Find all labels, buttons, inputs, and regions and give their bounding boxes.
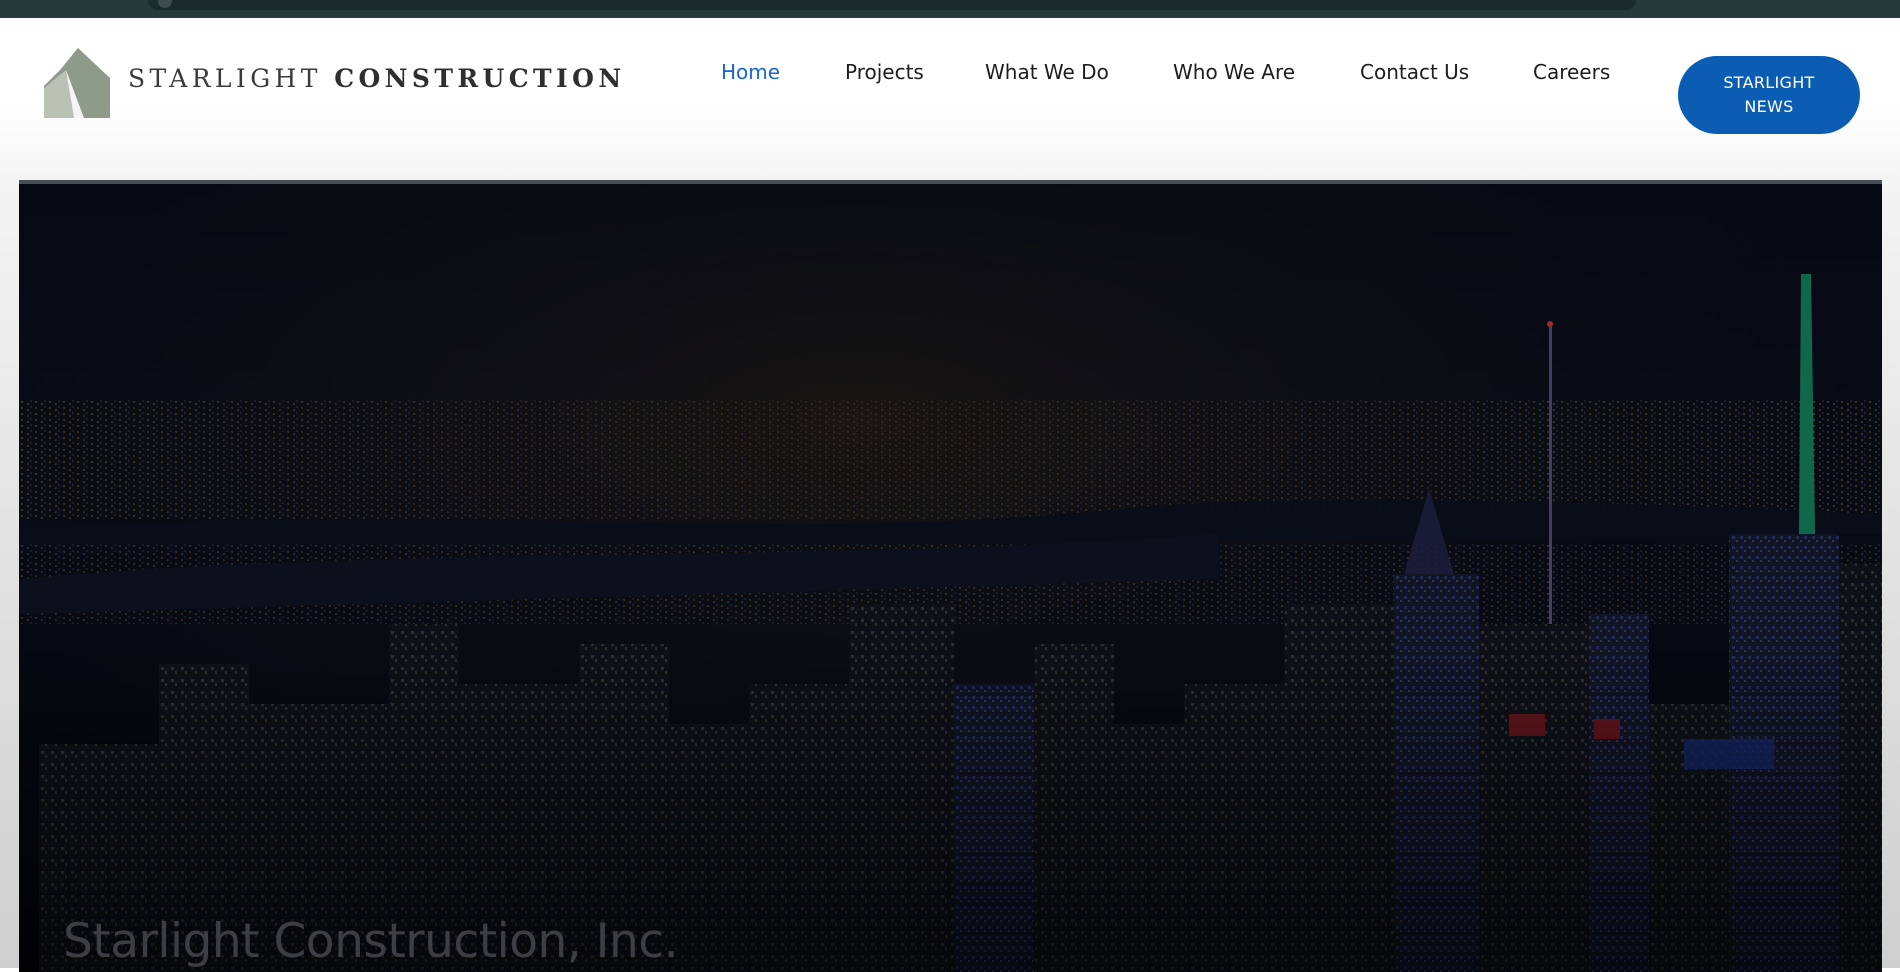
top-bar-pill [148,0,1636,10]
left-margin [0,180,19,968]
brand-name-bold: CONSTRUCTION [334,64,626,93]
starlight-news-button[interactable]: STARLIGHT NEWS [1678,56,1860,134]
hero-title: Starlight Construction, Inc. [63,914,679,969]
nav-item-what-we-do[interactable]: What We Do [985,60,1109,84]
site-header: STARLIGHT CONSTRUCTION Home Projects Wha… [0,18,1900,180]
right-margin [1882,180,1900,968]
brand-name[interactable]: STARLIGHT CONSTRUCTION [128,64,626,93]
nav-item-contact-us[interactable]: Contact Us [1360,60,1469,84]
browser-top-strip [0,0,1900,18]
nav-item-who-we-are[interactable]: Who We Are [1173,60,1295,84]
city-skyline-image [19,184,1882,972]
news-button-line2: NEWS [1744,97,1794,116]
brand-name-light: STARLIGHT [128,64,335,93]
nav-item-home[interactable]: Home [721,60,780,84]
hero-banner: Starlight Construction, Inc. [19,180,1882,972]
nav-item-careers[interactable]: Careers [1533,60,1610,84]
news-button-line1: STARLIGHT [1723,73,1815,92]
nav-item-projects[interactable]: Projects [845,60,924,84]
logo-icon[interactable] [44,48,110,118]
